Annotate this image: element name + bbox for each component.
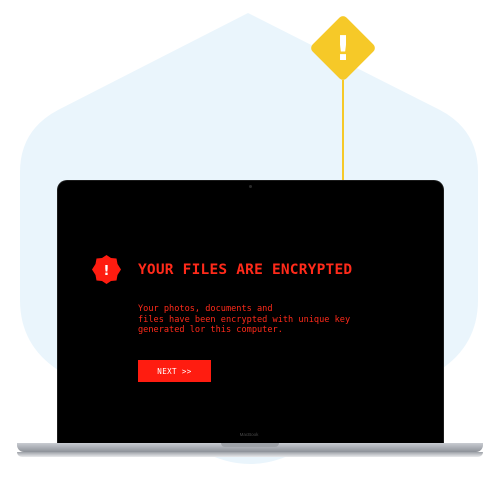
alert-badge-icon: ! (92, 255, 121, 284)
message-line-1: Your photos, documents and (138, 304, 273, 314)
base-shadow (17, 452, 483, 457)
warning-diamond-icon: ! (311, 16, 375, 80)
ransom-title: YOUR FILES ARE ENCRYPTED (138, 262, 353, 278)
alert-badge-glyph: ! (104, 264, 110, 279)
message-line-3: generated lor this computer. (138, 325, 283, 335)
ransom-message: Your photos, documents and files have be… (138, 304, 438, 336)
warning-glyph: ! (335, 29, 351, 69)
warning-pole (342, 80, 344, 184)
camera-dot (249, 185, 252, 188)
laptop-base (17, 443, 483, 452)
base-notch (221, 443, 279, 447)
model-label: MacBook (239, 432, 259, 437)
next-button[interactable]: NEXT >> (138, 360, 211, 382)
message-line-2: files have been encrypted with unique ke… (138, 314, 351, 325)
